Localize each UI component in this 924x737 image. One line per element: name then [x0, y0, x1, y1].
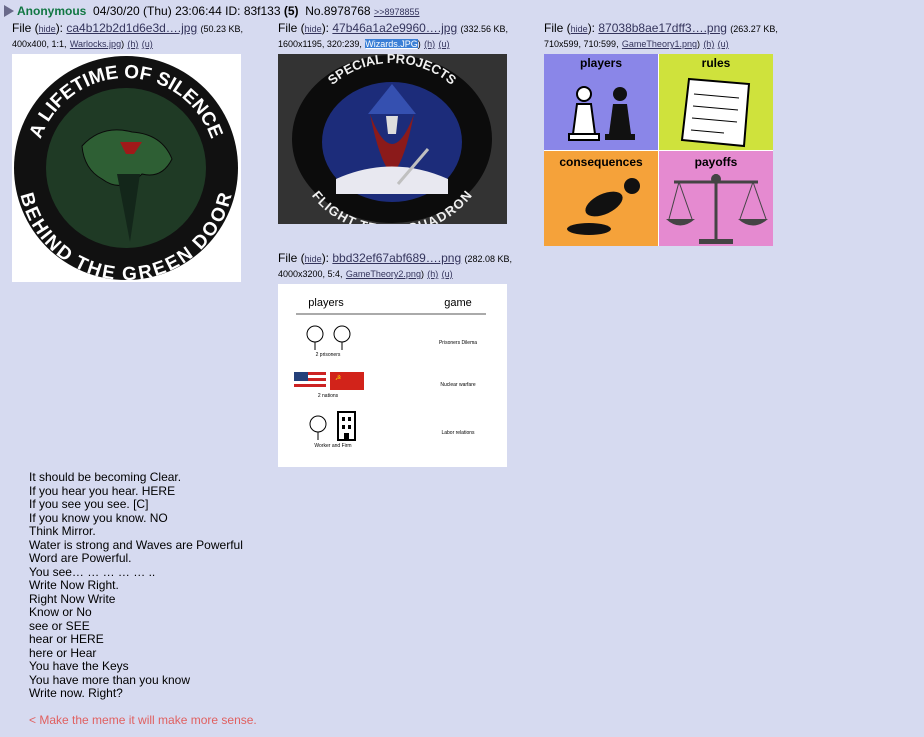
row-who-label: Worker and Firm: [314, 443, 351, 449]
thumbnail-gametheory1[interactable]: players rules consequences payoffs: [544, 54, 773, 246]
original-filename-link[interactable]: GameTheory2.png: [346, 269, 421, 279]
poster-name: Anonymous: [17, 4, 87, 18]
quadrant-consequences-label: consequences: [559, 155, 643, 169]
file-info: File (hide): ca4b12b2d1d6e3d….jpg (50.23…: [12, 21, 244, 49]
file-link[interactable]: 47b46a1a2e9960….jpg: [332, 21, 457, 35]
message-line: You have more than you know: [29, 672, 190, 687]
thumbnail-gametheory2[interactable]: players game 2 prisoners Prisoners Dilem…: [278, 284, 507, 467]
message-line: You have the Keys: [29, 659, 129, 673]
message-line: Right Now Write: [29, 591, 116, 606]
poster-id-count: (5): [283, 4, 299, 18]
file-link[interactable]: 87038b8ae17dff3….png: [598, 21, 727, 35]
quadrant-payoffs-label: payoffs: [695, 155, 738, 169]
message-line: If you hear you hear. HERE: [29, 483, 176, 498]
row-game-label: Labor relations: [441, 430, 475, 436]
message-line: Write now. Right?: [29, 686, 123, 700]
thumbnail-wizards[interactable]: SPECIAL PROJECTS FLIGHT TEST SQUADRON: [278, 54, 507, 224]
hide-link[interactable]: hide: [305, 254, 322, 264]
hash-search-link[interactable]: (h): [424, 39, 435, 49]
message-line: here or Hear: [29, 645, 97, 660]
file-dimensions: 400x400, 1:1,: [12, 39, 67, 49]
message-line: see or SEE: [29, 618, 90, 633]
message-line: It should be becoming Clear.: [29, 470, 182, 484]
hash-search-link[interactable]: (h): [703, 39, 714, 49]
file-1: File (hide): ca4b12b2d1d6e3d….jpg (50.23…: [12, 21, 272, 51]
row-game-label: Prisoners Dilema: [439, 340, 477, 346]
svg-text:☭: ☭: [335, 374, 341, 382]
upload-search-link[interactable]: (u): [142, 39, 153, 49]
backlink[interactable]: >>8978855: [374, 7, 420, 17]
post-message: It should be becoming Clear. If you hear…: [29, 470, 429, 727]
post-header: Anonymous 04/30/20 (Thu) 23:06:44 ID: 83…: [4, 4, 420, 20]
file-meta: (282.08 KB,: [464, 254, 513, 264]
message-line: hear or HERE: [29, 632, 104, 646]
message-line: If you know you know. NO: [29, 510, 168, 525]
hash-search-link[interactable]: (h): [127, 39, 138, 49]
file-dimensions: 1600x1195, 320:239,: [278, 39, 362, 49]
message-line: You see… … … … … ..: [29, 564, 156, 579]
message-line: Word are Powerful.: [29, 551, 132, 565]
thumbnail-warlocks[interactable]: A LIFETIME OF SILENCE BEHIND THE GREEN D…: [12, 54, 241, 282]
row-who-label: 2 nations: [318, 393, 339, 399]
file-meta: (332.56 KB,: [460, 24, 509, 34]
file-dimensions: 4000x3200, 5:4,: [278, 269, 343, 279]
ussr-flag-icon: ☭: [330, 372, 364, 390]
col-game-label: game: [444, 297, 472, 309]
file-meta: (263.27 KB,: [730, 24, 778, 34]
document-icon: [680, 77, 751, 148]
file-4: File (hide): bbd32ef67abf689….png (282.0…: [278, 251, 538, 281]
poster-id[interactable]: 83f133: [244, 4, 281, 18]
file-meta: (50.23 KB,: [200, 24, 244, 34]
us-flag-icon: [294, 372, 326, 390]
row-who-label: 2 prisoners: [316, 352, 341, 358]
file-link[interactable]: ca4b12b2d1d6e3d….jpg: [66, 21, 197, 35]
upload-search-link[interactable]: (u): [718, 39, 729, 49]
hash-search-link[interactable]: (h): [427, 269, 438, 279]
col-players-label: players: [308, 297, 344, 309]
upload-search-link[interactable]: (u): [442, 269, 453, 279]
post-date: 04/30/20 (Thu) 23:06:44: [93, 4, 222, 18]
file-link[interactable]: bbd32ef67abf689….png: [332, 251, 461, 265]
quadrant-players-label: players: [580, 56, 622, 70]
post-menu-arrow-icon[interactable]: [4, 5, 14, 17]
original-filename-link[interactable]: Warlocks.jpg: [70, 39, 121, 49]
quadrant-rules-label: rules: [702, 56, 731, 70]
greentext-quote: < Make the meme it will make more sense.: [29, 712, 257, 727]
poster-id-label: ID:: [225, 4, 241, 18]
file-3: File (hide): 87038b8ae17dff3….png (263.2…: [544, 21, 804, 51]
file-info: File (hide): bbd32ef67abf689….png (282.0…: [278, 251, 513, 279]
post-number[interactable]: No.8978768: [305, 4, 370, 18]
message-line: Water is strong and Waves are Powerful: [29, 537, 243, 552]
hide-link[interactable]: hide: [39, 24, 56, 34]
hide-link[interactable]: hide: [305, 24, 322, 34]
message-line: Think Mirror.: [29, 524, 96, 538]
original-filename-link[interactable]: GameTheory1.png: [622, 39, 697, 49]
file-info: File (hide): 47b46a1a2e9960….jpg (332.56…: [278, 21, 509, 49]
message-line: Know or No: [29, 605, 92, 619]
post: Anonymous 04/30/20 (Thu) 23:06:44 ID: 83…: [0, 0, 924, 737]
file-2: File (hide): 47b46a1a2e9960….jpg (332.56…: [278, 21, 538, 51]
original-filename-link[interactable]: Wizards.JPG: [365, 39, 418, 49]
message-line: If you see you see. [C]: [29, 497, 149, 511]
file-info: File (hide): 87038b8ae17dff3….png (263.2…: [544, 21, 778, 49]
upload-search-link[interactable]: (u): [438, 39, 449, 49]
message-line: Write Now Right.: [29, 578, 119, 592]
row-game-label: Nuclear warfare: [440, 382, 476, 388]
hide-link[interactable]: hide: [571, 24, 588, 34]
file-dimensions: 710x599, 710:599,: [544, 39, 619, 49]
